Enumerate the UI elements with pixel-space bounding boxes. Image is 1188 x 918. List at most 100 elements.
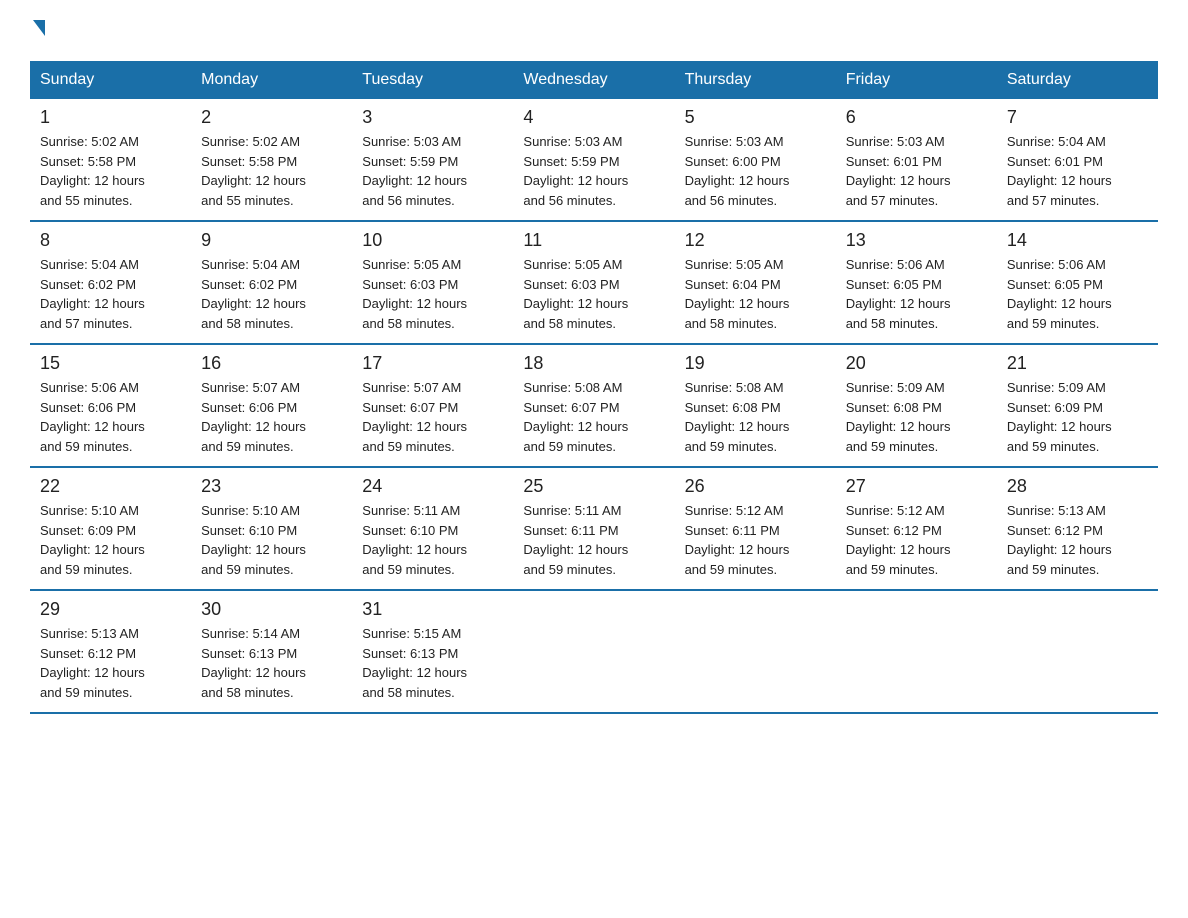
- day-cell: 9 Sunrise: 5:04 AM Sunset: 6:02 PM Dayli…: [191, 221, 352, 344]
- day-number: 8: [40, 230, 181, 251]
- weekday-header-tuesday: Tuesday: [352, 61, 513, 99]
- day-info: Sunrise: 5:03 AM Sunset: 6:01 PM Dayligh…: [846, 132, 987, 210]
- day-cell: 26 Sunrise: 5:12 AM Sunset: 6:11 PM Dayl…: [675, 467, 836, 590]
- day-cell: 31 Sunrise: 5:15 AM Sunset: 6:13 PM Dayl…: [352, 590, 513, 713]
- day-info: Sunrise: 5:09 AM Sunset: 6:09 PM Dayligh…: [1007, 378, 1148, 456]
- week-row-3: 15 Sunrise: 5:06 AM Sunset: 6:06 PM Dayl…: [30, 344, 1158, 467]
- weekday-header-friday: Friday: [836, 61, 997, 99]
- day-cell: 7 Sunrise: 5:04 AM Sunset: 6:01 PM Dayli…: [997, 99, 1158, 221]
- day-cell: 17 Sunrise: 5:07 AM Sunset: 6:07 PM Dayl…: [352, 344, 513, 467]
- day-cell: 4 Sunrise: 5:03 AM Sunset: 5:59 PM Dayli…: [513, 99, 674, 221]
- day-info: Sunrise: 5:13 AM Sunset: 6:12 PM Dayligh…: [1007, 501, 1148, 579]
- day-info: Sunrise: 5:04 AM Sunset: 6:02 PM Dayligh…: [40, 255, 181, 333]
- day-number: 28: [1007, 476, 1148, 497]
- day-cell: 29 Sunrise: 5:13 AM Sunset: 6:12 PM Dayl…: [30, 590, 191, 713]
- day-number: 1: [40, 107, 181, 128]
- day-number: 6: [846, 107, 987, 128]
- page-header: [30, 20, 1158, 43]
- day-number: 5: [685, 107, 826, 128]
- day-cell: [997, 590, 1158, 713]
- day-cell: 13 Sunrise: 5:06 AM Sunset: 6:05 PM Dayl…: [836, 221, 997, 344]
- day-cell: 15 Sunrise: 5:06 AM Sunset: 6:06 PM Dayl…: [30, 344, 191, 467]
- day-number: 17: [362, 353, 503, 374]
- day-number: 9: [201, 230, 342, 251]
- day-number: 3: [362, 107, 503, 128]
- day-cell: 21 Sunrise: 5:09 AM Sunset: 6:09 PM Dayl…: [997, 344, 1158, 467]
- day-number: 31: [362, 599, 503, 620]
- day-info: Sunrise: 5:04 AM Sunset: 6:01 PM Dayligh…: [1007, 132, 1148, 210]
- day-cell: 24 Sunrise: 5:11 AM Sunset: 6:10 PM Dayl…: [352, 467, 513, 590]
- day-info: Sunrise: 5:12 AM Sunset: 6:12 PM Dayligh…: [846, 501, 987, 579]
- day-number: 19: [685, 353, 826, 374]
- day-info: Sunrise: 5:06 AM Sunset: 6:05 PM Dayligh…: [1007, 255, 1148, 333]
- day-info: Sunrise: 5:06 AM Sunset: 6:06 PM Dayligh…: [40, 378, 181, 456]
- day-info: Sunrise: 5:05 AM Sunset: 6:04 PM Dayligh…: [685, 255, 826, 333]
- day-number: 13: [846, 230, 987, 251]
- weekday-header-wednesday: Wednesday: [513, 61, 674, 99]
- day-number: 26: [685, 476, 826, 497]
- week-row-5: 29 Sunrise: 5:13 AM Sunset: 6:12 PM Dayl…: [30, 590, 1158, 713]
- day-cell: 5 Sunrise: 5:03 AM Sunset: 6:00 PM Dayli…: [675, 99, 836, 221]
- day-number: 4: [523, 107, 664, 128]
- day-cell: 27 Sunrise: 5:12 AM Sunset: 6:12 PM Dayl…: [836, 467, 997, 590]
- day-cell: 25 Sunrise: 5:11 AM Sunset: 6:11 PM Dayl…: [513, 467, 674, 590]
- day-cell: 11 Sunrise: 5:05 AM Sunset: 6:03 PM Dayl…: [513, 221, 674, 344]
- day-cell: 22 Sunrise: 5:10 AM Sunset: 6:09 PM Dayl…: [30, 467, 191, 590]
- day-number: 2: [201, 107, 342, 128]
- day-info: Sunrise: 5:05 AM Sunset: 6:03 PM Dayligh…: [362, 255, 503, 333]
- weekday-header-monday: Monday: [191, 61, 352, 99]
- day-info: Sunrise: 5:05 AM Sunset: 6:03 PM Dayligh…: [523, 255, 664, 333]
- day-number: 7: [1007, 107, 1148, 128]
- weekday-header-row: SundayMondayTuesdayWednesdayThursdayFrid…: [30, 61, 1158, 99]
- day-cell: 19 Sunrise: 5:08 AM Sunset: 6:08 PM Dayl…: [675, 344, 836, 467]
- day-cell: 23 Sunrise: 5:10 AM Sunset: 6:10 PM Dayl…: [191, 467, 352, 590]
- day-cell: [675, 590, 836, 713]
- day-info: Sunrise: 5:02 AM Sunset: 5:58 PM Dayligh…: [201, 132, 342, 210]
- day-cell: 8 Sunrise: 5:04 AM Sunset: 6:02 PM Dayli…: [30, 221, 191, 344]
- day-number: 15: [40, 353, 181, 374]
- day-info: Sunrise: 5:11 AM Sunset: 6:11 PM Dayligh…: [523, 501, 664, 579]
- weekday-header-saturday: Saturday: [997, 61, 1158, 99]
- day-cell: 12 Sunrise: 5:05 AM Sunset: 6:04 PM Dayl…: [675, 221, 836, 344]
- day-info: Sunrise: 5:03 AM Sunset: 5:59 PM Dayligh…: [523, 132, 664, 210]
- day-info: Sunrise: 5:12 AM Sunset: 6:11 PM Dayligh…: [685, 501, 826, 579]
- day-cell: 6 Sunrise: 5:03 AM Sunset: 6:01 PM Dayli…: [836, 99, 997, 221]
- day-info: Sunrise: 5:02 AM Sunset: 5:58 PM Dayligh…: [40, 132, 181, 210]
- day-number: 18: [523, 353, 664, 374]
- day-info: Sunrise: 5:10 AM Sunset: 6:09 PM Dayligh…: [40, 501, 181, 579]
- day-number: 11: [523, 230, 664, 251]
- logo: [30, 20, 45, 43]
- day-info: Sunrise: 5:11 AM Sunset: 6:10 PM Dayligh…: [362, 501, 503, 579]
- day-info: Sunrise: 5:07 AM Sunset: 6:06 PM Dayligh…: [201, 378, 342, 456]
- day-number: 20: [846, 353, 987, 374]
- day-number: 23: [201, 476, 342, 497]
- day-info: Sunrise: 5:08 AM Sunset: 6:07 PM Dayligh…: [523, 378, 664, 456]
- day-info: Sunrise: 5:09 AM Sunset: 6:08 PM Dayligh…: [846, 378, 987, 456]
- day-info: Sunrise: 5:07 AM Sunset: 6:07 PM Dayligh…: [362, 378, 503, 456]
- day-number: 10: [362, 230, 503, 251]
- logo-triangle-icon: [33, 20, 45, 36]
- week-row-4: 22 Sunrise: 5:10 AM Sunset: 6:09 PM Dayl…: [30, 467, 1158, 590]
- day-cell: [513, 590, 674, 713]
- day-cell: 28 Sunrise: 5:13 AM Sunset: 6:12 PM Dayl…: [997, 467, 1158, 590]
- day-cell: 20 Sunrise: 5:09 AM Sunset: 6:08 PM Dayl…: [836, 344, 997, 467]
- day-info: Sunrise: 5:08 AM Sunset: 6:08 PM Dayligh…: [685, 378, 826, 456]
- week-row-1: 1 Sunrise: 5:02 AM Sunset: 5:58 PM Dayli…: [30, 99, 1158, 221]
- day-info: Sunrise: 5:04 AM Sunset: 6:02 PM Dayligh…: [201, 255, 342, 333]
- day-cell: [836, 590, 997, 713]
- day-number: 24: [362, 476, 503, 497]
- calendar-table: SundayMondayTuesdayWednesdayThursdayFrid…: [30, 61, 1158, 714]
- day-number: 12: [685, 230, 826, 251]
- day-cell: 2 Sunrise: 5:02 AM Sunset: 5:58 PM Dayli…: [191, 99, 352, 221]
- day-cell: 14 Sunrise: 5:06 AM Sunset: 6:05 PM Dayl…: [997, 221, 1158, 344]
- day-info: Sunrise: 5:10 AM Sunset: 6:10 PM Dayligh…: [201, 501, 342, 579]
- day-number: 30: [201, 599, 342, 620]
- day-number: 14: [1007, 230, 1148, 251]
- weekday-header-thursday: Thursday: [675, 61, 836, 99]
- day-cell: 18 Sunrise: 5:08 AM Sunset: 6:07 PM Dayl…: [513, 344, 674, 467]
- day-number: 29: [40, 599, 181, 620]
- day-info: Sunrise: 5:06 AM Sunset: 6:05 PM Dayligh…: [846, 255, 987, 333]
- day-cell: 1 Sunrise: 5:02 AM Sunset: 5:58 PM Dayli…: [30, 99, 191, 221]
- day-cell: 16 Sunrise: 5:07 AM Sunset: 6:06 PM Dayl…: [191, 344, 352, 467]
- day-number: 21: [1007, 353, 1148, 374]
